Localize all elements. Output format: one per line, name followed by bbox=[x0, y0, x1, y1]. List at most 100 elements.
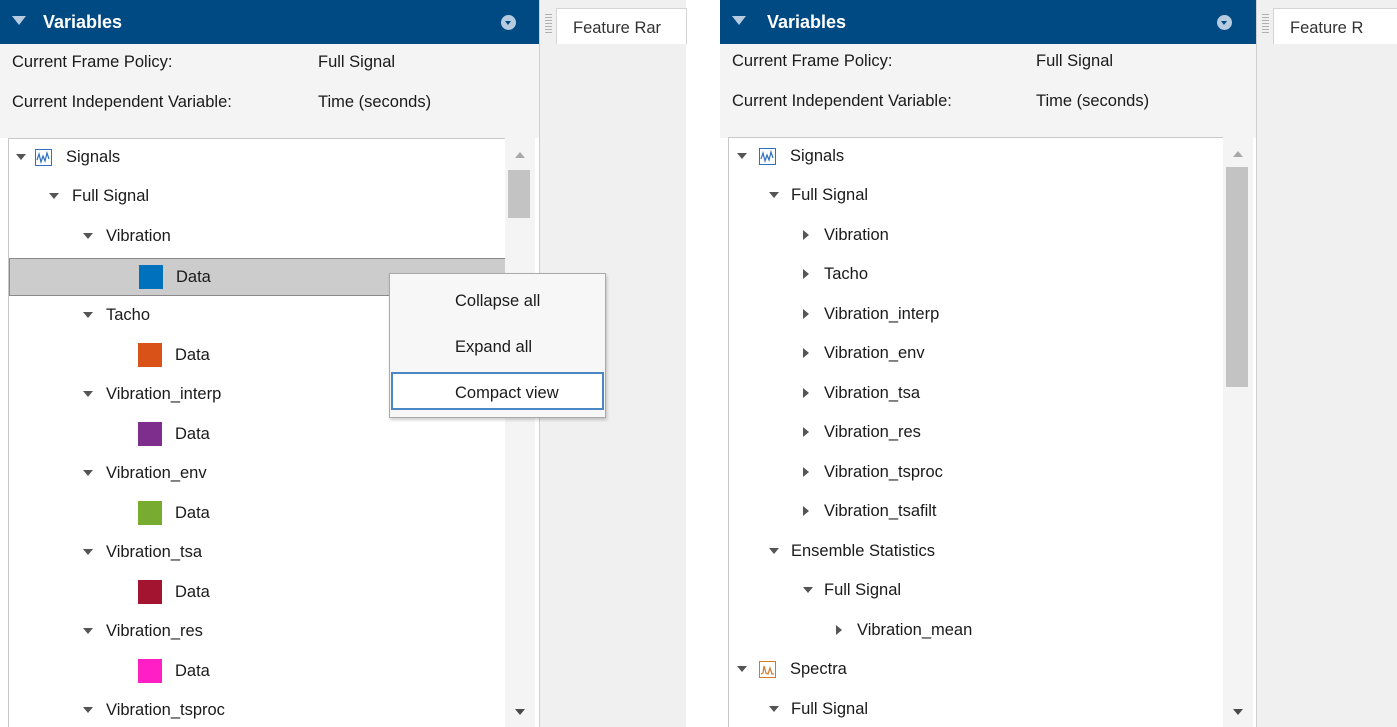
tree-node-full-signal[interactable]: Full Signal bbox=[729, 691, 1223, 727]
tree-node-label: Vibration_mean bbox=[857, 621, 973, 639]
collapsed-caret-icon[interactable] bbox=[803, 269, 809, 279]
tree-node-tacho[interactable]: Tacho bbox=[729, 256, 1223, 292]
tree-node-label: Vibration_res bbox=[824, 423, 921, 441]
tree-node-signals[interactable]: Signals bbox=[9, 139, 506, 175]
tree-node-data[interactable]: Data bbox=[9, 653, 506, 689]
tree-node-label: Vibration_interp bbox=[824, 305, 940, 323]
collapsed-caret-icon[interactable] bbox=[803, 348, 809, 358]
variable-tree: Signals Full Signal Vibration Data Tacho… bbox=[8, 138, 506, 727]
tree-node-label: Vibration_tsafilt bbox=[824, 502, 937, 520]
tab-label: Feature R bbox=[1290, 19, 1364, 37]
scroll-down-icon[interactable] bbox=[1233, 709, 1243, 715]
collapse-panel-icon[interactable] bbox=[12, 16, 26, 25]
tree-node-label: Data bbox=[175, 504, 210, 522]
tree-node-label: Vibration_env bbox=[106, 464, 207, 482]
expanded-caret-icon[interactable] bbox=[83, 470, 93, 476]
tree-node-vibration-interp[interactable]: Vibration_interp bbox=[729, 296, 1223, 332]
tree-node-label: Vibration_tsa bbox=[106, 543, 203, 561]
expanded-caret-icon[interactable] bbox=[769, 706, 779, 712]
expanded-caret-icon[interactable] bbox=[769, 192, 779, 198]
menu-item-collapse-all[interactable]: Collapse all bbox=[391, 280, 604, 318]
expanded-caret-icon[interactable] bbox=[769, 548, 779, 554]
drag-grip-icon[interactable] bbox=[1262, 14, 1269, 34]
tree-node-data[interactable]: Data bbox=[9, 574, 506, 610]
tree-node-label: Signals bbox=[66, 148, 121, 166]
scrollbar-thumb[interactable] bbox=[1226, 167, 1248, 387]
tree-node-vibration-tsproc[interactable]: Vibration_tsproc bbox=[729, 454, 1223, 490]
expanded-caret-icon[interactable] bbox=[737, 666, 747, 672]
tree-node-spectra[interactable]: Spectra bbox=[729, 651, 1223, 687]
tree-node-label: Vibration bbox=[824, 226, 889, 244]
expanded-caret-icon[interactable] bbox=[16, 154, 26, 160]
menu-item-compact-view[interactable]: Compact view bbox=[391, 372, 604, 410]
tree-node-full-signal[interactable]: Full Signal bbox=[729, 177, 1223, 213]
menu-item-expand-all[interactable]: Expand all bbox=[391, 326, 604, 364]
menu-item-label: Compact view bbox=[455, 384, 559, 402]
tree-node-label: Vibration_tsa bbox=[824, 384, 921, 402]
tree-scrollbar[interactable] bbox=[1223, 137, 1253, 727]
tree-node-vibration-mean[interactable]: Vibration_mean bbox=[729, 612, 1223, 648]
collapsed-caret-icon[interactable] bbox=[803, 467, 809, 477]
tree-node-vibration[interactable]: Vibration bbox=[9, 218, 506, 254]
tree-node-label: Ensemble Statistics bbox=[791, 542, 935, 560]
tree-node-vibration-tsa[interactable]: Vibration_tsa bbox=[729, 375, 1223, 411]
tree-node-vibration-tsafilt[interactable]: Vibration_tsafilt bbox=[729, 493, 1223, 529]
expanded-caret-icon[interactable] bbox=[83, 549, 93, 555]
tree-node-vibration-env[interactable]: Vibration_env bbox=[9, 455, 506, 491]
collapsed-caret-icon[interactable] bbox=[803, 427, 809, 437]
collapsed-caret-icon[interactable] bbox=[803, 388, 809, 398]
scroll-up-icon[interactable] bbox=[515, 152, 525, 158]
tree-node-signals[interactable]: Signals bbox=[729, 138, 1223, 174]
tree-node-data[interactable]: Data bbox=[9, 416, 506, 452]
tree-node-full-signal[interactable]: Full Signal bbox=[9, 178, 506, 214]
scroll-down-icon[interactable] bbox=[515, 709, 525, 715]
tree-node-vibration-env[interactable]: Vibration_env bbox=[729, 335, 1223, 371]
collapsed-caret-icon[interactable] bbox=[803, 230, 809, 240]
collapse-panel-icon[interactable] bbox=[732, 16, 746, 25]
tree-node-vibration[interactable]: Vibration bbox=[729, 217, 1223, 253]
color-swatch bbox=[138, 659, 162, 683]
tree-node-vibration-res[interactable]: Vibration_res bbox=[729, 414, 1223, 450]
panel-titlebar: Variables bbox=[720, 0, 1256, 44]
scrollbar-thumb[interactable] bbox=[508, 170, 530, 218]
tree-node-vibration-tsproc[interactable]: Vibration_tsproc bbox=[9, 692, 506, 727]
collapsed-caret-icon[interactable] bbox=[803, 506, 809, 516]
tree-node-label: Vibration_interp bbox=[106, 385, 222, 403]
tree-node-ensemble-statistics[interactable]: Ensemble Statistics bbox=[729, 533, 1223, 569]
tab-feature-ranking[interactable]: Feature R bbox=[1273, 8, 1397, 44]
scroll-up-icon[interactable] bbox=[1233, 151, 1243, 157]
spectrum-icon bbox=[759, 661, 776, 678]
expanded-caret-icon[interactable] bbox=[737, 153, 747, 159]
tree-node-data[interactable]: Data bbox=[9, 495, 506, 531]
expanded-caret-icon[interactable] bbox=[803, 587, 813, 593]
independent-variable-value: Time (seconds) bbox=[1036, 92, 1150, 110]
tree-node-label: Full Signal bbox=[72, 187, 150, 205]
color-swatch bbox=[138, 501, 162, 525]
collapsed-caret-icon[interactable] bbox=[836, 625, 842, 635]
tree-node-vibration-res[interactable]: Vibration_res bbox=[9, 613, 506, 649]
tree-node-label: Tacho bbox=[106, 306, 151, 324]
panel-options-icon[interactable] bbox=[1217, 15, 1232, 30]
tree-node-vibration-tsa[interactable]: Vibration_tsa bbox=[9, 534, 506, 570]
tree-node-label: Data bbox=[175, 662, 210, 680]
signal-icon bbox=[35, 149, 52, 166]
expanded-caret-icon[interactable] bbox=[49, 193, 59, 199]
frame-policy-value: Full Signal bbox=[1036, 52, 1114, 70]
tree-node-full-signal[interactable]: Full Signal bbox=[729, 572, 1223, 608]
variable-tree: Signals Full Signal Vibration Tacho Vibr… bbox=[728, 137, 1223, 727]
menu-item-label: Expand all bbox=[455, 338, 533, 356]
tree-node-label: Vibration_tsproc bbox=[106, 701, 225, 719]
collapsed-caret-icon[interactable] bbox=[803, 309, 809, 319]
tree-scrollbar[interactable] bbox=[505, 138, 535, 727]
color-swatch bbox=[139, 265, 163, 289]
expanded-caret-icon[interactable] bbox=[83, 628, 93, 634]
expanded-caret-icon[interactable] bbox=[83, 312, 93, 318]
panel-titlebar: Variables bbox=[0, 0, 539, 44]
expanded-caret-icon[interactable] bbox=[83, 233, 93, 239]
panel-options-icon[interactable] bbox=[501, 15, 516, 30]
expanded-caret-icon[interactable] bbox=[83, 707, 93, 713]
tree-node-label: Vibration_env bbox=[824, 344, 925, 362]
drag-grip-icon[interactable] bbox=[545, 14, 552, 34]
expanded-caret-icon[interactable] bbox=[83, 391, 93, 397]
tab-feature-ranking[interactable]: Feature Rar bbox=[556, 8, 687, 44]
